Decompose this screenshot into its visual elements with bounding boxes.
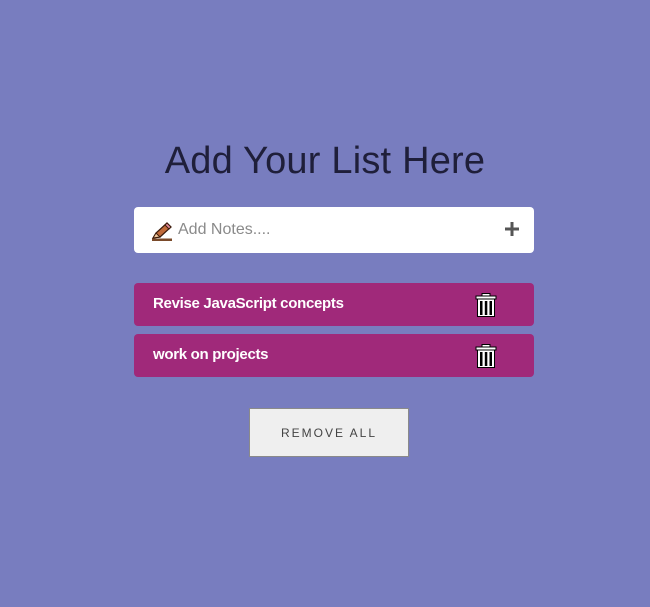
add-note-bar — [134, 207, 534, 253]
todo-text: Revise JavaScript concepts — [153, 295, 344, 312]
list-item: Revise JavaScript concepts — [134, 283, 534, 326]
todo-list: Revise JavaScript concepts work on proje… — [134, 283, 534, 385]
delete-button[interactable] — [475, 344, 497, 368]
remove-all-button[interactable]: REMOVE ALL — [249, 408, 409, 457]
pencil-icon — [151, 220, 173, 242]
trash-icon — [475, 293, 497, 320]
delete-button[interactable] — [475, 293, 497, 317]
note-input[interactable] — [178, 207, 488, 253]
todo-text: work on projects — [153, 346, 269, 363]
page-title: Add Your List Here — [164, 140, 486, 182]
add-button[interactable] — [500, 218, 524, 242]
plus-icon — [505, 221, 519, 239]
trash-icon — [475, 344, 497, 371]
list-item: work on projects — [134, 334, 534, 377]
